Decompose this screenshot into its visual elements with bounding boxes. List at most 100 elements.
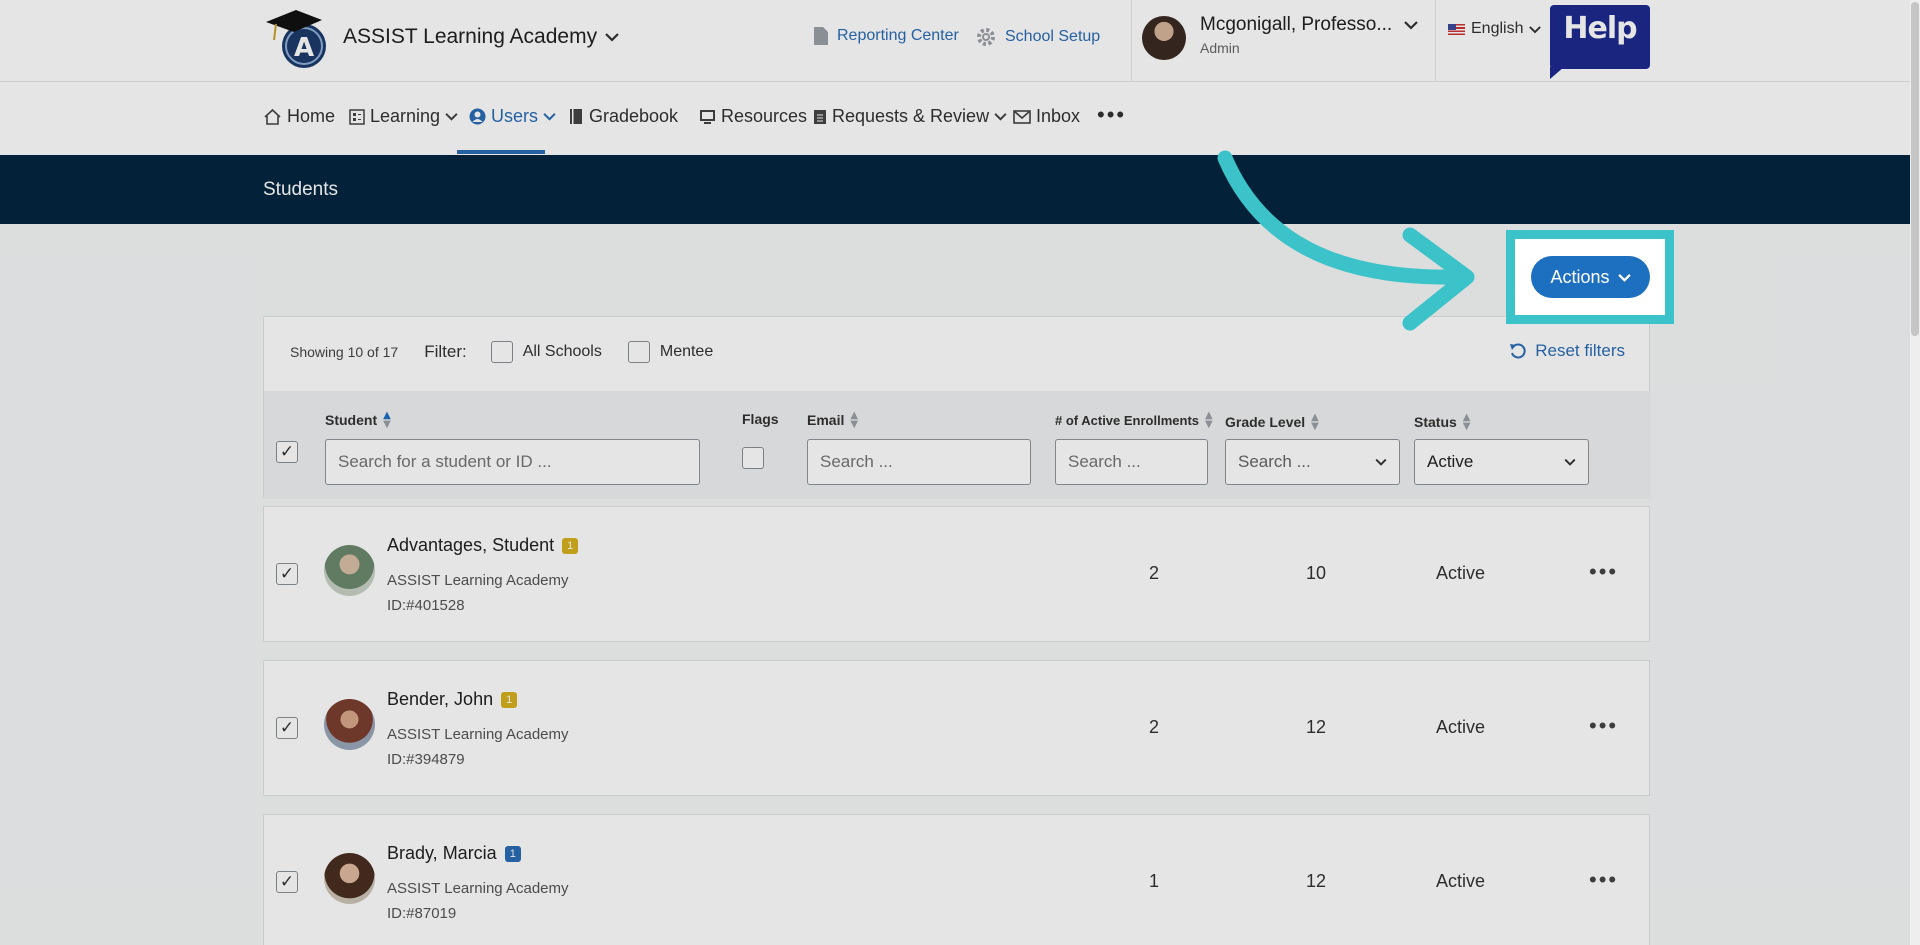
nav-item-inbox[interactable]: Inbox [1013,106,1080,127]
column-header-status[interactable]: Status ▲ ▼ [1414,412,1471,432]
student-name[interactable]: Brady, Marcia 1 [387,843,521,864]
column-header-active-enrollments[interactable]: # of Active Enrollments ▲ ▼ [1055,410,1213,430]
student-search-input[interactable] [325,439,700,485]
reset-icon [1510,343,1526,359]
nav-item-home[interactable]: Home [263,106,335,127]
filter-label: Filter: [424,342,467,361]
sort-icon: ▲ ▼ [850,410,859,430]
table-row[interactable]: Brady, Marcia 1 ASSIST Learning Academy … [263,814,1650,945]
flag-badge: 1 [504,845,521,862]
grade-level: 10 [1305,563,1327,583]
nav-item-gradebook[interactable]: Gradebook [569,106,678,127]
student-name[interactable]: Bender, John 1 [387,689,518,710]
chevron-down-icon [1404,21,1418,30]
nav-label: Inbox [1036,106,1081,126]
student-id: ID:#401528 [387,597,465,614]
user-avatar[interactable] [1142,16,1186,60]
chevron-down-icon [994,113,1007,121]
showing-count: Showing 10 of 17 [290,344,399,360]
user-name: Mcgonigall, Professo... [1200,14,1393,35]
school-setup-link[interactable]: School Setup [975,26,1100,48]
home-icon [264,108,281,125]
nav-label: Learning [370,106,441,126]
table-row[interactable]: Advantages, Student 1 ASSIST Learning Ac… [263,506,1650,642]
reporting-center-label: Reporting Center [837,27,959,44]
book-icon [570,109,582,124]
nav-label: Home [287,106,336,126]
table-header: Student ▲▼ Flags Email ▲▼ # of Active En… [264,391,1651,499]
school-logo[interactable]: A [264,4,332,70]
help-label: Help [1563,11,1637,46]
avatar [324,545,375,596]
nav-item-requests-review[interactable]: Requests & Review [813,106,1007,127]
column-header-email[interactable]: Email ▲ ▼ [807,410,859,430]
student-name-text: Bender, John [387,689,494,709]
document-icon [814,27,828,45]
school-setup-label: School Setup [1005,28,1101,45]
email-search-input[interactable] [807,439,1031,485]
scrollbar-thumb[interactable] [1911,2,1919,336]
grade-level: 12 [1305,717,1327,737]
student-school: ASSIST Learning Academy [387,726,569,743]
clipboard-icon [814,110,826,124]
actions-button[interactable]: Actions [1531,256,1650,298]
mentee-checkbox[interactable] [627,341,650,363]
all-schools-checkbox[interactable] [490,341,513,363]
row-more-button[interactable]: ••• [1589,559,1618,585]
row-checkbox[interactable] [276,563,298,585]
student-id: ID:#394879 [387,751,465,768]
nav-label: Resources [721,106,808,126]
row-more-button[interactable]: ••• [1589,867,1618,893]
student-name[interactable]: Advantages, Student 1 [387,535,579,556]
row-checkbox[interactable] [276,871,298,893]
table-row[interactable]: Bender, John 1 ASSIST Learning Academy I… [263,660,1650,796]
school-selector[interactable]: ASSIST Learning Academy [343,25,619,49]
status-text: Active [1436,717,1486,737]
learning-icon [349,108,365,125]
row-checkbox[interactable] [276,717,298,739]
page-banner: Students [0,155,1920,224]
chevron-down-icon [1375,458,1387,466]
user-circle-icon [469,108,486,125]
help-button[interactable]: Help [1550,5,1650,79]
enrollments-search-input[interactable] [1055,439,1208,485]
column-label: Grade Level [1225,414,1306,430]
column-label: Flags [742,411,779,427]
chevron-down-icon [1617,273,1631,282]
reset-filters-link[interactable]: Reset filters [1509,341,1625,361]
sort-icon: ▲ ▼ [1205,410,1213,430]
divider [1131,0,1132,82]
filters-card: Showing 10 of 17 Filter: All Schools Men… [263,316,1651,499]
reporting-center-link[interactable]: Reporting Center [813,26,959,46]
nav-item-users[interactable]: Users [469,106,556,127]
chevron-down-icon [445,113,458,121]
column-header-student[interactable]: Student ▲ ▼ [325,411,391,430]
active-enrollments: 2 [1148,717,1159,737]
student-name-text: Brady, Marcia [387,843,497,863]
column-label: Email [807,412,845,428]
top-header: A ASSIST Learning Academy Reporting Cent… [0,0,1920,82]
school-name: ASSIST Learning Academy [343,25,598,48]
active-enrollments: 2 [1148,563,1159,583]
student-id: ID:#87019 [387,905,457,922]
nav-item-learning[interactable]: Learning [349,106,458,127]
column-header-grade-level[interactable]: Grade Level ▲ ▼ [1225,412,1319,432]
language-label: English [1471,20,1524,37]
avatar [324,699,375,750]
sort-icon: ▲ ▼ [1311,412,1319,432]
select-all-checkbox[interactable] [276,441,298,463]
nav-more-button[interactable]: ••• [1097,102,1126,128]
sort-icon: ▲ ▼ [1462,412,1471,432]
row-more-button[interactable]: ••• [1589,713,1618,739]
gear-icon [977,28,995,46]
column-label: Status [1414,414,1457,430]
nav-label: Gradebook [589,106,679,126]
grade-level-select[interactable]: Search ... [1225,439,1400,485]
flags-filter-checkbox[interactable] [742,447,764,469]
column-label: Student [325,412,378,428]
language-selector[interactable]: English [1448,20,1542,38]
status-select[interactable]: Active [1414,439,1589,485]
nav-item-resources[interactable]: Resources [699,106,807,127]
user-menu[interactable]: Mcgonigall, Professo... [1200,14,1418,36]
active-tab-indicator [457,150,545,154]
